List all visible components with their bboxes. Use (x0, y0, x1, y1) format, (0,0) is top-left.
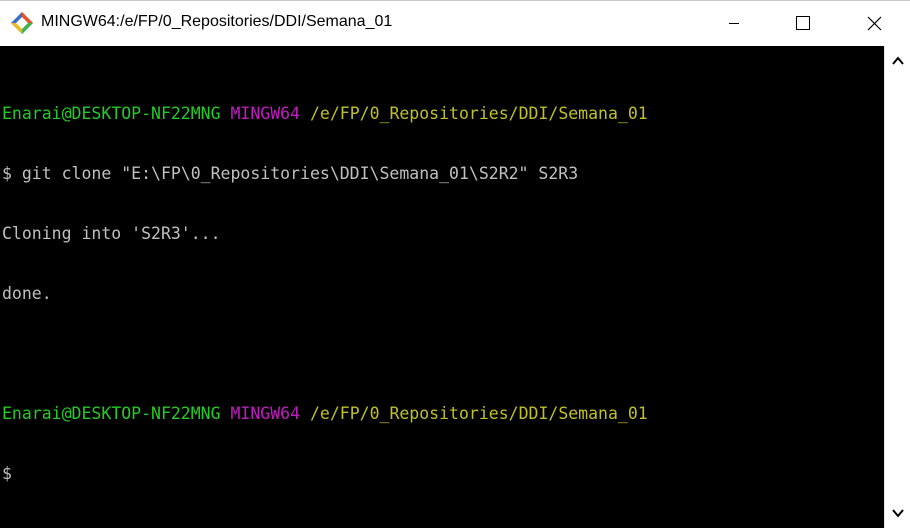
prompt-line: Enarai@DESKTOP-NF22MNG MINGW64 /e/FP/0_R… (2, 404, 884, 424)
maximize-button[interactable] (768, 1, 836, 46)
git-bash-icon (10, 11, 34, 35)
title-bar[interactable]: MINGW64:/e/FP/0_Repositories/DDI/Semana_… (0, 0, 910, 46)
close-icon (867, 16, 882, 31)
chevron-up-icon (892, 56, 904, 65)
output-line: done. (2, 284, 52, 303)
output-line: Cloning into 'S2R3'... (2, 224, 221, 243)
minimize-icon (729, 23, 739, 24)
vertical-scrollbar[interactable] (884, 46, 910, 528)
cursor-line: $ (2, 464, 12, 483)
chevron-down-icon (892, 509, 904, 518)
maximize-icon (796, 16, 810, 30)
minimize-button[interactable] (700, 1, 768, 46)
prompt-path: /e/FP/0_Repositories/DDI/Semana_01 (309, 104, 648, 123)
prompt-user-host: Enarai@DESKTOP-NF22MNG (2, 104, 221, 123)
terminal-output[interactable]: Enarai@DESKTOP-NF22MNG MINGW64 /e/FP/0_R… (0, 46, 884, 528)
scroll-down-button[interactable] (885, 500, 910, 526)
close-button[interactable] (840, 1, 908, 46)
window-title: MINGW64:/e/FP/0_Repositories/DDI/Semana_… (41, 13, 393, 30)
command-line: $ git clone "E:\FP\0_Repositories\DDI\Se… (2, 164, 579, 183)
prompt-path: /e/FP/0_Repositories/DDI/Semana_01 (309, 404, 648, 423)
scroll-up-button[interactable] (885, 48, 910, 74)
prompt-system: MINGW64 (230, 104, 301, 123)
terminal-window: MINGW64:/e/FP/0_Repositories/DDI/Semana_… (0, 0, 910, 528)
prompt-system: MINGW64 (230, 404, 301, 423)
prompt-line: Enarai@DESKTOP-NF22MNG MINGW64 /e/FP/0_R… (2, 104, 884, 124)
prompt-user-host: Enarai@DESKTOP-NF22MNG (2, 404, 221, 423)
